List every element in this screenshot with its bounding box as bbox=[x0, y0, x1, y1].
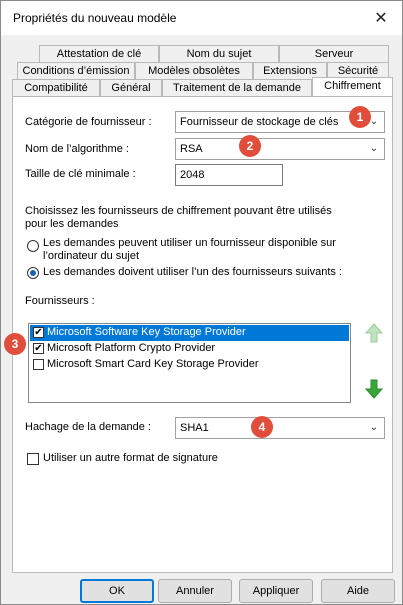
min-key-size-label: Taille de clé minimale : bbox=[25, 168, 136, 180]
radio-any-provider[interactable] bbox=[27, 240, 39, 252]
tab-traitement-demande[interactable]: Traitement de la demande bbox=[162, 79, 312, 97]
tab-general[interactable]: Général bbox=[100, 79, 162, 97]
move-down-arrow-icon[interactable] bbox=[364, 378, 384, 400]
tab-modeles-obsoletes[interactable]: Modèles obsolètes bbox=[135, 62, 253, 80]
help-button[interactable]: Aide bbox=[321, 579, 395, 603]
checkbox-checked-icon[interactable]: ✔ bbox=[33, 327, 44, 338]
annotation-badge-1: 1 bbox=[349, 106, 371, 128]
annotation-badge-2: 2 bbox=[239, 135, 261, 157]
radio-any-provider-label-line1: Les demandes peuvent utiliser un fournis… bbox=[43, 237, 336, 249]
providers-listbox[interactable]: ✔ Microsoft Software Key Storage Provide… bbox=[28, 323, 351, 403]
hash-value: SHA1 bbox=[180, 422, 209, 434]
checkbox-unchecked-icon[interactable] bbox=[33, 359, 44, 370]
provider-category-label: Catégorie de fournisseur : bbox=[25, 116, 152, 128]
list-item[interactable]: ✔ Microsoft Platform Crypto Provider bbox=[30, 341, 349, 357]
dialog-window: Propriétés du nouveau modèle ✕ Attestati… bbox=[0, 0, 403, 605]
annotation-badge-3: 3 bbox=[4, 333, 26, 355]
chevron-down-icon: ⌄ bbox=[369, 422, 379, 433]
move-up-arrow-icon[interactable] bbox=[364, 322, 384, 344]
min-key-size-input[interactable]: 2048 bbox=[175, 164, 283, 186]
tab-serveur[interactable]: Serveur bbox=[279, 45, 389, 63]
window-title: Propriétés du nouveau modèle bbox=[13, 11, 177, 25]
title-bar: Propriétés du nouveau modèle ✕ bbox=[1, 1, 402, 35]
algorithm-label: Nom de l’algorithme : bbox=[25, 143, 129, 155]
tab-attestation-cle[interactable]: Attestation de clé bbox=[39, 45, 159, 63]
list-item[interactable]: Microsoft Smart Card Key Storage Provide… bbox=[30, 357, 349, 373]
checkbox-checked-icon[interactable]: ✔ bbox=[33, 343, 44, 354]
tab-nom-du-sujet[interactable]: Nom du sujet bbox=[159, 45, 279, 63]
alt-signature-label: Utiliser un autre format de signature bbox=[43, 452, 218, 464]
provider-name: Microsoft Platform Crypto Provider bbox=[47, 342, 216, 354]
algorithm-select[interactable]: RSA ⌄ bbox=[175, 138, 385, 160]
algorithm-value: RSA bbox=[180, 143, 203, 155]
provider-name: Microsoft Smart Card Key Storage Provide… bbox=[47, 358, 259, 370]
tab-panel-chiffrement: Catégorie de fournisseur : Fournisseur d… bbox=[4, 96, 393, 573]
tab-chiffrement[interactable]: Chiffrement bbox=[312, 77, 393, 97]
apply-button[interactable]: Appliquer bbox=[239, 579, 313, 603]
hash-select[interactable]: SHA1 ⌄ bbox=[175, 417, 385, 439]
radio-specific-providers[interactable] bbox=[27, 267, 39, 279]
choose-providers-text-line1: Choisissez les fournisseurs de chiffreme… bbox=[25, 205, 332, 217]
providers-label: Fournisseurs : bbox=[25, 295, 95, 307]
chevron-down-icon: ⌄ bbox=[369, 143, 379, 154]
cancel-button[interactable]: Annuler bbox=[158, 579, 232, 603]
provider-name: Microsoft Software Key Storage Provider bbox=[47, 326, 246, 338]
alt-signature-checkbox[interactable] bbox=[27, 453, 39, 465]
hash-label: Hachage de la demande : bbox=[25, 421, 151, 433]
list-item[interactable]: ✔ Microsoft Software Key Storage Provide… bbox=[30, 325, 349, 341]
radio-specific-providers-label: Les demandes doivent utiliser l’un des f… bbox=[43, 266, 342, 278]
radio-any-provider-label-line2: l’ordinateur du sujet bbox=[43, 250, 140, 262]
close-icon[interactable]: ✕ bbox=[366, 5, 396, 31]
tab-conditions-emission[interactable]: Conditions d’émission bbox=[17, 62, 135, 80]
provider-category-value: Fournisseur de stockage de clés bbox=[180, 116, 339, 128]
choose-providers-text-line2: pour les demandes bbox=[25, 218, 119, 230]
annotation-badge-4: 4 bbox=[251, 416, 273, 438]
tab-compatibilite[interactable]: Compatibilité bbox=[12, 79, 100, 97]
ok-button[interactable]: OK bbox=[80, 579, 154, 603]
